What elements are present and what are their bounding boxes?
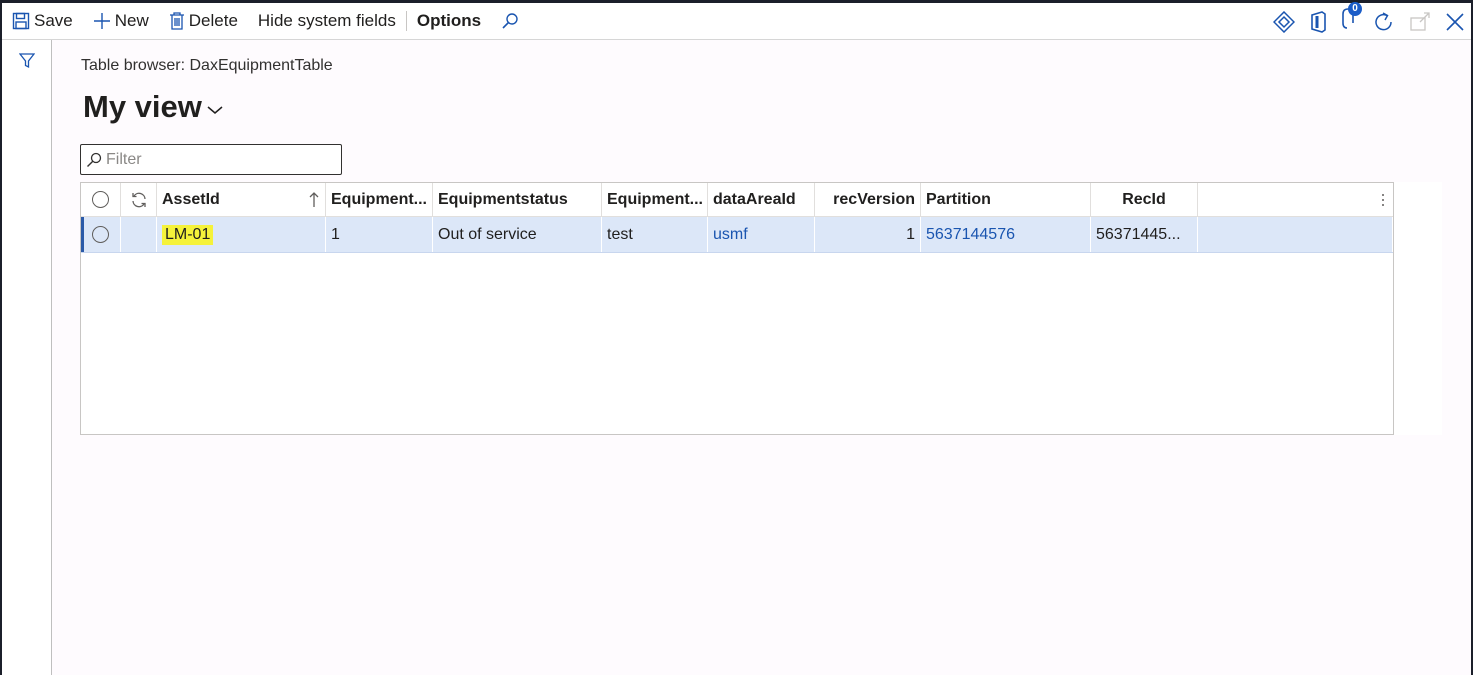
attachments-button[interactable]: 0 [1341,2,1362,35]
cell-equipment-2[interactable]: test [602,217,708,252]
notification-badge: 0 [1348,2,1362,16]
diamond-icon[interactable] [1273,10,1295,33]
open-new-window-icon[interactable] [1409,11,1431,33]
app-window: Save New Delete Hide system fields Optio… [2,2,1471,675]
options-label: Options [416,11,482,30]
row-select-radio[interactable] [81,217,121,252]
plus-icon [93,13,110,29]
filter-box [80,144,342,175]
column-options-button[interactable] [1198,183,1393,216]
sync-icon [131,192,146,207]
save-button[interactable]: Save [2,3,83,39]
search-button[interactable] [491,3,533,39]
trash-icon [169,12,184,30]
hide-system-fields-label: Hide system fields [257,11,396,30]
breadcrumb: Table browser: DaxEquipmentTable [81,57,333,74]
cell-equipmentstatus[interactable]: Out of service [433,217,602,252]
search-icon [87,152,102,167]
table-row[interactable]: LM-01 1 Out of service test usmf 1 56371… [81,217,1393,253]
column-header-label: AssetId [162,190,220,208]
more-vertical-icon [1382,193,1384,206]
select-all-checkbox[interactable] [81,183,121,216]
column-header-recversion[interactable]: recVersion [815,183,921,216]
refresh-column-button[interactable] [121,183,157,216]
column-header-assetid[interactable]: AssetId [157,183,326,216]
cell-equipment-1[interactable]: 1 [326,217,433,252]
office-icon[interactable] [1309,10,1327,33]
delete-label: Delete [188,11,238,30]
window-controls: 0 [1273,2,1465,40]
column-header-partition[interactable]: Partition [921,183,1091,216]
delete-button[interactable]: Delete [159,3,248,39]
column-header-equipment-2[interactable]: Equipment... [602,183,708,216]
cell-partition[interactable]: 5637144576 [921,217,1091,252]
grid-margin [1394,182,1442,435]
new-button[interactable]: New [83,3,159,39]
filter-input[interactable] [106,150,326,169]
cell-recversion[interactable]: 1 [815,217,921,252]
cell-assetid[interactable]: LM-01 [157,217,326,252]
dataareaid-link[interactable]: usmf [713,226,748,244]
sort-ascending-icon [309,191,319,207]
search-icon [502,13,518,29]
new-label: New [114,11,149,30]
options-tab[interactable]: Options [407,3,491,39]
column-header-equipmentstatus[interactable]: Equipmentstatus [433,183,602,216]
cell-recid[interactable]: 56371445... [1091,217,1198,252]
grid-header: AssetId Equipment... Equipmentstatus Equ… [81,183,1393,217]
close-icon[interactable] [1445,12,1465,32]
column-header-dataareaid[interactable]: dataAreaId [708,183,815,216]
cell-dataareaid[interactable]: usmf [708,217,815,252]
hide-system-fields-button[interactable]: Hide system fields [248,3,406,39]
column-header-recid[interactable]: RecId [1091,183,1198,216]
radio-icon [92,226,109,243]
view-selector[interactable]: My view [83,89,224,125]
row-filler [1198,217,1393,252]
data-grid: AssetId Equipment... Equipmentstatus Equ… [80,182,1394,435]
refresh-icon[interactable] [1373,11,1395,33]
chevron-down-icon [207,106,223,114]
row-spacer [121,217,157,252]
page-title: My view [83,89,202,124]
highlighted-asset-id: LM-01 [162,224,214,245]
save-label: Save [34,11,73,30]
filter-icon[interactable] [19,53,35,69]
partition-link[interactable]: 5637144576 [926,226,1015,244]
action-pane: Save New Delete Hide system fields Optio… [2,2,1471,40]
column-header-equipment-1[interactable]: Equipment... [326,183,433,216]
save-icon [12,12,30,30]
left-rail [2,40,52,675]
radio-icon [92,191,109,208]
